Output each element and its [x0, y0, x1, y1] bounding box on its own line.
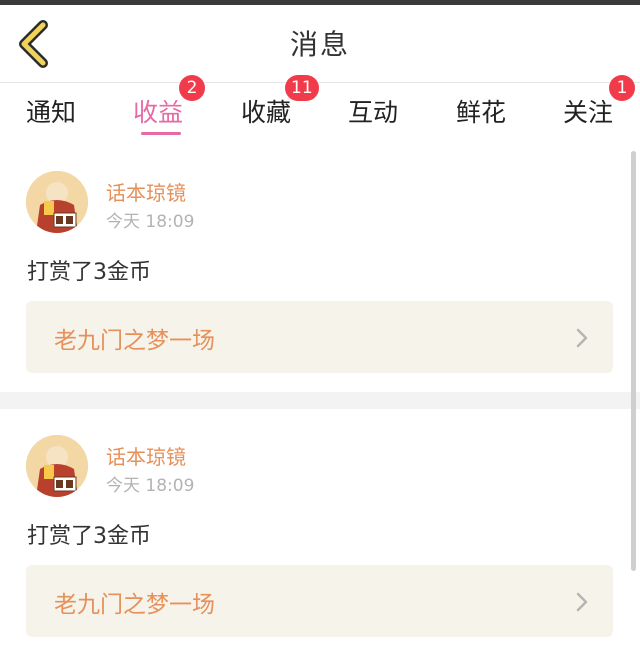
tab-label: 通知 — [26, 98, 77, 127]
tab-earnings[interactable]: 收益 2 — [133, 75, 205, 141]
tab-flowers[interactable]: 鲜花 — [456, 83, 512, 141]
chevron-right-icon — [576, 592, 588, 612]
avatar[interactable] — [26, 435, 88, 497]
tab-interactions[interactable]: 互动 — [348, 83, 404, 141]
message-text: 打赏了3金币 — [27, 524, 151, 549]
story-title: 老九门之梦一场 — [54, 328, 215, 354]
avatar[interactable] — [26, 171, 88, 233]
header: 消息 — [0, 5, 640, 83]
timestamp: 今天 18:09 — [106, 476, 195, 496]
username[interactable]: 话本琼镜 — [106, 441, 186, 470]
message-list: 话本琼镜 今天 18:09 打赏了3金币 老九门之梦一场 话本琼镜 今天 18:… — [0, 141, 640, 658]
story-link[interactable]: 老九门之梦一场 — [26, 565, 613, 637]
story-title: 老九门之梦一场 — [54, 592, 215, 618]
tab-label: 互动 — [348, 98, 399, 127]
username[interactable]: 话本琼镜 — [106, 177, 186, 206]
scrollbar[interactable] — [631, 151, 636, 571]
tab-label: 收藏 — [241, 98, 292, 127]
avatar-image — [26, 435, 88, 497]
page-title: 消息 — [289, 28, 350, 61]
story-link[interactable]: 老九门之梦一场 — [26, 301, 613, 373]
chevron-right-icon — [576, 328, 588, 348]
tab-notifications[interactable]: 通知 — [26, 83, 82, 141]
message-card: 话本琼镜 今天 18:09 打赏了3金币 老九门之梦一场 — [0, 409, 640, 658]
tab-favorites[interactable]: 收藏 11 — [241, 75, 319, 141]
tab-label: 关注 — [563, 98, 614, 127]
tab-label: 收益 — [133, 98, 184, 127]
tab-badge: 11 — [285, 75, 319, 101]
tab-bar: 通知 收益 2 收藏 11 互动 鲜花 关注 1 — [0, 75, 640, 141]
active-tab-indicator — [141, 132, 181, 135]
timestamp: 今天 18:09 — [106, 212, 195, 232]
avatar-image — [26, 171, 88, 233]
message-card: 话本琼镜 今天 18:09 打赏了3金币 老九门之梦一场 — [0, 141, 640, 392]
tab-badge: 2 — [179, 75, 205, 101]
tab-following[interactable]: 关注 1 — [563, 75, 635, 141]
tab-label: 鲜花 — [456, 98, 507, 127]
message-text: 打赏了3金币 — [27, 260, 151, 285]
tab-badge: 1 — [609, 75, 635, 101]
